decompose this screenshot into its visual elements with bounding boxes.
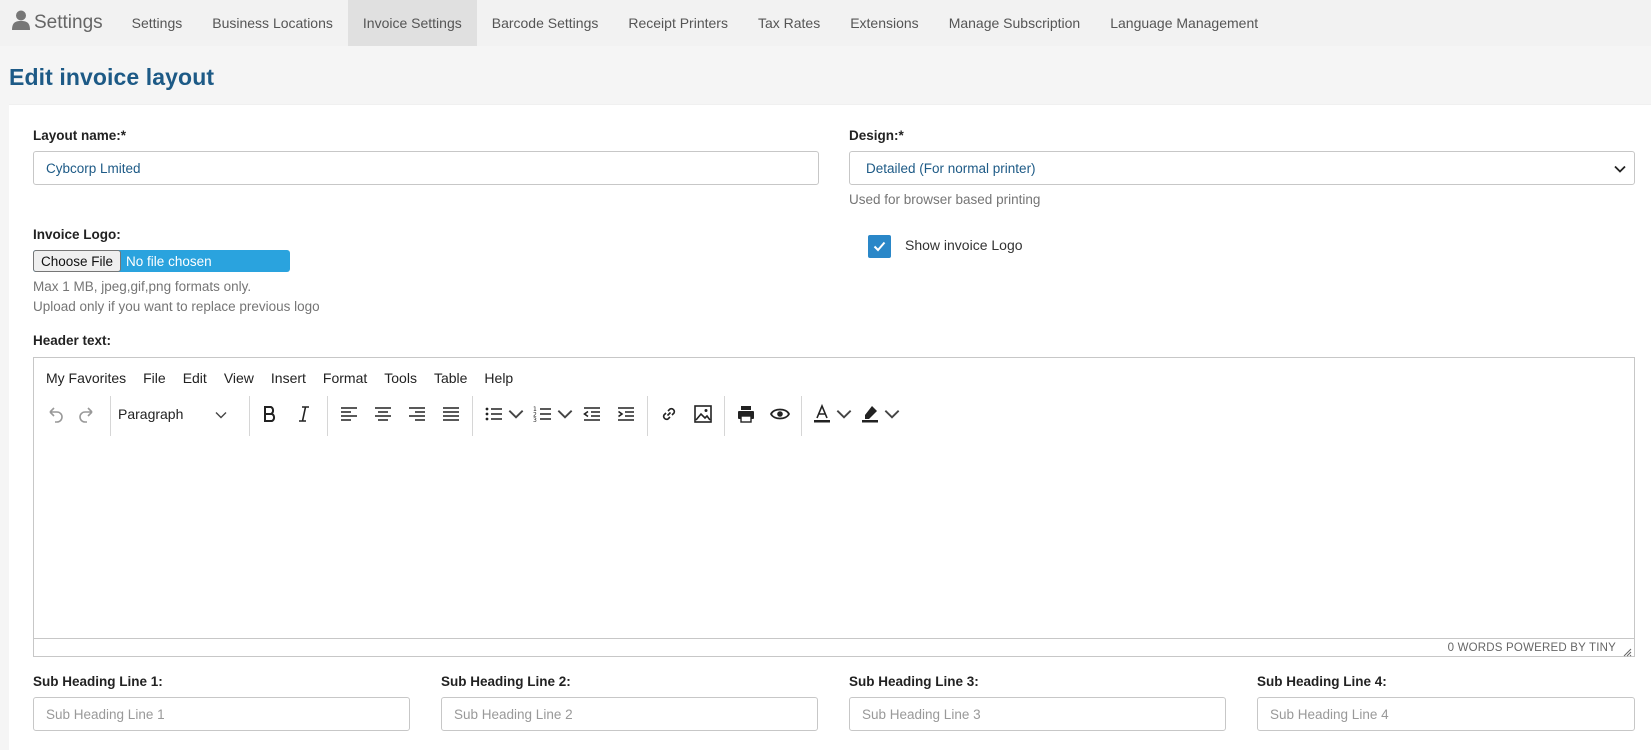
- sub-heading-4-input[interactable]: [1257, 697, 1635, 731]
- chevron-down-icon[interactable]: [836, 396, 852, 432]
- top-navbar: Settings Settings Business Locations Inv…: [0, 0, 1651, 46]
- editor-statusbar: 0 WORDS POWERED BY TINY: [34, 638, 1634, 656]
- tab-invoice-settings[interactable]: Invoice Settings: [347, 0, 477, 46]
- resize-handle-icon[interactable]: [1622, 644, 1632, 657]
- design-selected-value: Detailed (For normal printer): [866, 160, 1036, 176]
- brand-label: Settings: [34, 12, 103, 33]
- toolbar-separator: [327, 396, 328, 436]
- toolbar-separator: [647, 396, 648, 436]
- layout-name-input[interactable]: [33, 151, 819, 185]
- show-logo-label: Show invoice Logo: [905, 237, 1023, 253]
- toolbar-separator: [801, 396, 802, 436]
- page-title: Edit invoice layout: [9, 64, 215, 90]
- numbered-list-icon[interactable]: 123: [529, 396, 557, 432]
- bold-icon[interactable]: [255, 396, 285, 432]
- logo-file-input[interactable]: Choose File No file chosen: [33, 250, 290, 272]
- menu-tools[interactable]: Tools: [384, 370, 417, 386]
- design-help-text: Used for browser based printing: [849, 192, 1041, 207]
- print-icon[interactable]: [731, 396, 761, 432]
- logo-help-size: Max 1 MB, jpeg,gif,png formats only.: [33, 279, 252, 294]
- chevron-down-icon[interactable]: [508, 396, 524, 432]
- tab-barcode-settings[interactable]: Barcode Settings: [477, 0, 614, 46]
- sub-heading-3-label: Sub Heading Line 3:: [849, 674, 979, 689]
- tab-business-locations[interactable]: Business Locations: [197, 0, 348, 46]
- toolbar-separator: [724, 396, 725, 436]
- block-format-value: Paragraph: [118, 406, 184, 422]
- indent-icon[interactable]: [611, 396, 641, 432]
- bullet-list-icon[interactable]: [480, 396, 508, 432]
- design-select[interactable]: Detailed (For normal printer): [849, 151, 1635, 185]
- editor-menubar: My Favorites File Edit View Insert Forma…: [46, 370, 530, 386]
- invoice-logo-label: Invoice Logo:: [33, 227, 121, 242]
- menu-format[interactable]: Format: [323, 370, 367, 386]
- menu-help[interactable]: Help: [484, 370, 513, 386]
- menu-table[interactable]: Table: [434, 370, 467, 386]
- tab-extensions[interactable]: Extensions: [835, 0, 933, 46]
- menu-view[interactable]: View: [224, 370, 254, 386]
- header-text-label: Header text:: [33, 333, 112, 348]
- choose-file-button[interactable]: Choose File: [33, 250, 122, 272]
- sub-heading-1-label: Sub Heading Line 1:: [33, 674, 163, 689]
- editor-toolbar: Paragraph 1 2 3: [34, 396, 934, 436]
- menu-insert[interactable]: Insert: [271, 370, 306, 386]
- sub-heading-2-input[interactable]: [441, 697, 818, 731]
- toolbar-separator: [110, 396, 111, 436]
- show-logo-checkbox[interactable]: [868, 235, 891, 258]
- preview-eye-icon[interactable]: [765, 396, 795, 432]
- chevron-down-icon[interactable]: [884, 396, 900, 432]
- logo-help-replace: Upload only if you want to replace previ…: [33, 299, 320, 314]
- layout-name-label: Layout name:*: [33, 128, 127, 143]
- word-count-status: 0 WORDS POWERED BY TINY: [1447, 641, 1616, 654]
- design-label: Design:*: [849, 128, 904, 143]
- tab-language-management[interactable]: Language Management: [1095, 0, 1273, 46]
- image-icon[interactable]: [688, 396, 718, 432]
- menu-edit[interactable]: Edit: [183, 370, 207, 386]
- redo-icon[interactable]: [72, 396, 102, 432]
- align-justify-icon[interactable]: [436, 396, 466, 432]
- sub-heading-1-input[interactable]: [33, 697, 410, 731]
- link-icon[interactable]: [654, 396, 684, 432]
- text-color-icon[interactable]: [808, 396, 836, 432]
- chevron-down-icon: [1614, 161, 1626, 176]
- chevron-down-icon[interactable]: [557, 396, 573, 432]
- block-format-select[interactable]: Paragraph: [118, 396, 227, 432]
- outdent-icon[interactable]: [577, 396, 607, 432]
- chevron-down-icon: [215, 406, 227, 422]
- tab-receipt-printers[interactable]: Receipt Printers: [613, 0, 743, 46]
- align-right-icon[interactable]: [402, 396, 432, 432]
- sub-heading-4-label: Sub Heading Line 4:: [1257, 674, 1387, 689]
- italic-icon[interactable]: [289, 396, 319, 432]
- toolbar-separator: [472, 396, 473, 436]
- align-center-icon[interactable]: [368, 396, 398, 432]
- user-icon: [12, 10, 30, 36]
- undo-icon[interactable]: [40, 396, 70, 432]
- header-text-editor[interactable]: My Favorites File Edit View Insert Forma…: [33, 357, 1635, 657]
- sub-heading-2-label: Sub Heading Line 2:: [441, 674, 571, 689]
- tab-manage-subscription[interactable]: Manage Subscription: [934, 0, 1096, 46]
- tab-tax-rates[interactable]: Tax Rates: [743, 0, 835, 46]
- highlight-color-icon[interactable]: [856, 396, 884, 432]
- sub-heading-3-input[interactable]: [849, 697, 1226, 731]
- toolbar-separator: [249, 396, 250, 436]
- menu-file[interactable]: File: [143, 370, 166, 386]
- svg-text:3: 3: [533, 417, 537, 424]
- menu-my-favorites[interactable]: My Favorites: [46, 370, 126, 386]
- tab-settings[interactable]: Settings: [117, 0, 198, 46]
- file-status: No file chosen: [126, 253, 212, 269]
- checkmark-icon: [873, 239, 886, 255]
- align-left-icon[interactable]: [334, 396, 364, 432]
- settings-brand[interactable]: Settings: [0, 0, 117, 46]
